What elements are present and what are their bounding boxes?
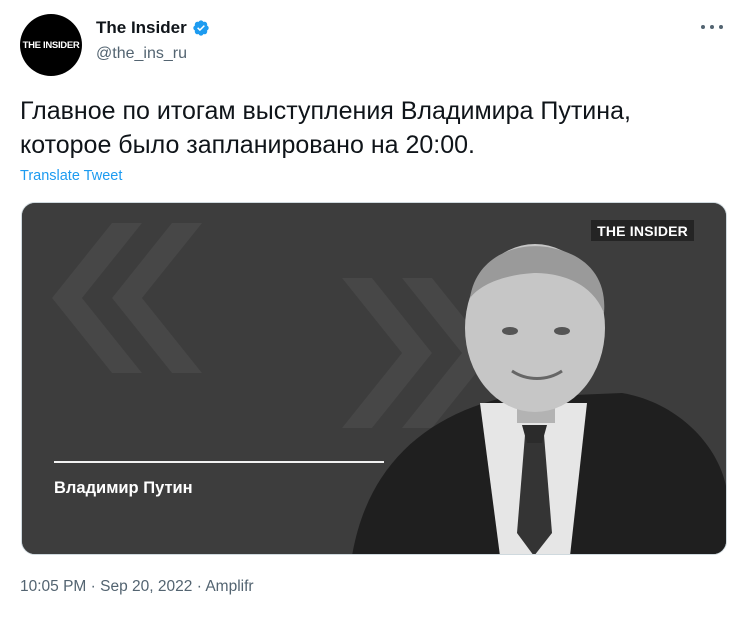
tweet-date[interactable]: Sep 20, 2022 — [100, 578, 192, 595]
avatar-logo-text: THE INSIDER — [22, 39, 80, 51]
media-caption: Владимир Путин — [54, 479, 193, 497]
media-divider — [54, 461, 384, 463]
avatar[interactable]: THE INSIDER — [20, 14, 82, 76]
media-brand-label: THE INSIDER — [591, 220, 694, 241]
tweet-card: THE INSIDER The Insider @the_ins_ru Глав… — [0, 0, 737, 620]
tweet-metadata: 10:05 PM · Sep 20, 2022 · Amplifr — [20, 578, 254, 596]
author-name-row[interactable]: The Insider — [96, 18, 210, 38]
meta-separator: · — [196, 578, 202, 595]
tweet-media-image[interactable]: THE INSIDER Владимир Путин — [21, 202, 727, 555]
tweet-text: Главное по итогам выступления Владимира … — [20, 94, 720, 162]
more-options-icon[interactable] — [701, 20, 723, 34]
media-graphic — [22, 203, 726, 554]
translate-tweet-link[interactable]: Translate Tweet — [20, 168, 122, 184]
author-display-name[interactable]: The Insider — [96, 18, 187, 38]
verified-badge-icon — [193, 20, 209, 36]
tweet-source[interactable]: Amplifr — [205, 578, 253, 595]
tweet-time[interactable]: 10:05 PM — [20, 578, 86, 595]
tweet-text-line: Главное по итогам выступления Владимира … — [20, 97, 631, 125]
meta-separator: · — [90, 578, 96, 595]
tweet-text-line: которое было запланировано на 20:00. — [20, 131, 476, 159]
author-handle[interactable]: @the_ins_ru — [96, 45, 187, 63]
